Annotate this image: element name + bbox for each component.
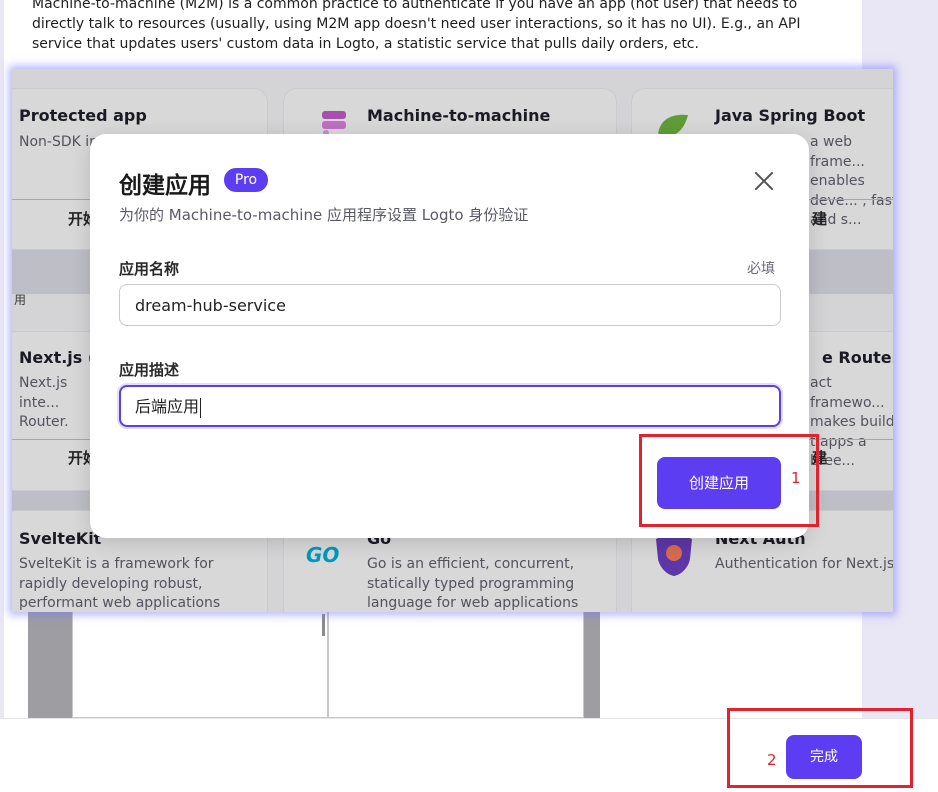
annotation-number-2: 2 (767, 751, 777, 769)
annotation-number-1: 1 (791, 469, 801, 487)
intro-paragraph: Machine-to-machine (M2M) is a common pra… (32, 0, 801, 52)
modal-subtitle: 为你的 Machine-to-machine 应用程序设置 Logto 身份验证 (119, 206, 529, 224)
app-name-input[interactable]: dream-hub-service (119, 284, 781, 326)
panel-left (72, 612, 328, 718)
panel-right (328, 612, 584, 718)
app-description-input[interactable]: 后端应用 (119, 385, 781, 427)
pro-badge: Pro (224, 168, 268, 192)
text-caret (200, 397, 202, 418)
modal-title: 创建应用 (119, 173, 211, 199)
annotation-box-2 (727, 708, 913, 788)
close-icon[interactable] (751, 168, 777, 194)
scrollbar-thumb[interactable] (322, 614, 325, 636)
app-name-label: 应用名称 (119, 260, 180, 278)
below-screenshot-area (28, 612, 600, 718)
app-description-label: 应用描述 (119, 361, 180, 379)
required-marker: 必填 (747, 261, 775, 277)
description-text: 后端应用 (135, 397, 200, 416)
